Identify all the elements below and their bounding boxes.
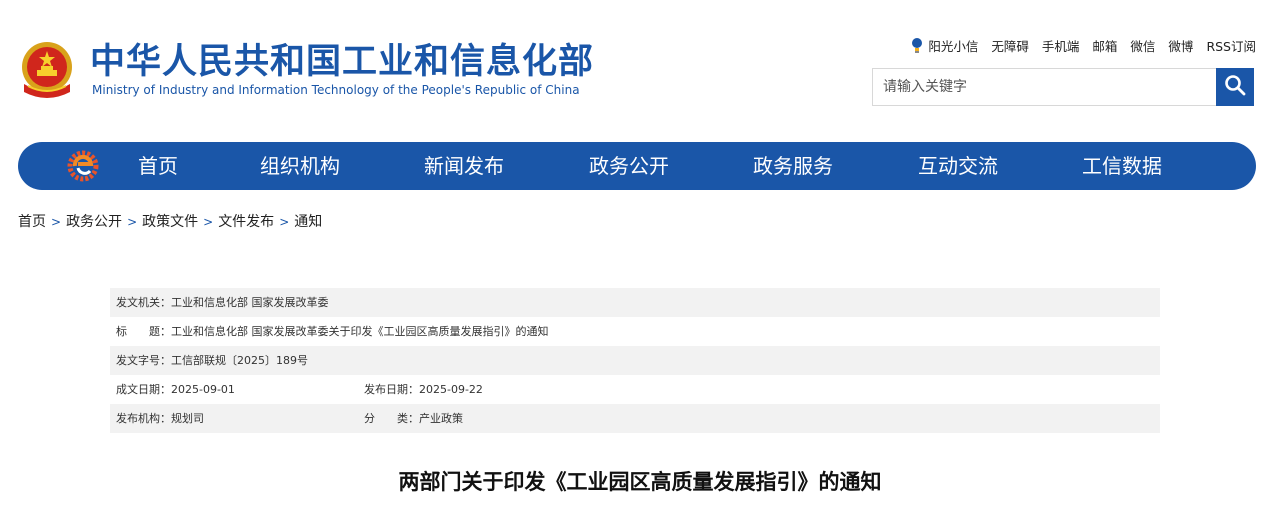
meta-row-title: 标 题：工业和信息化部 国家发展改革委关于印发《工业园区高质量发展指引》的通知 xyxy=(110,317,1160,346)
meta-row-issuer: 发文机关：工业和信息化部 国家发展改革委 xyxy=(110,288,1160,317)
breadcrumb-government-affairs[interactable]: 政务公开 xyxy=(66,214,122,230)
top-links: 阳光小信 无障碍 手机端 邮箱 微信 微博 RSS订阅 xyxy=(910,36,1256,55)
article-title: 两部门关于印发《工业园区高质量发展指引》的通知 xyxy=(398,470,882,494)
search-button[interactable] xyxy=(1216,68,1254,106)
nav-organization[interactable]: 组织机构 xyxy=(260,142,340,190)
site-subtitle: Ministry of Industry and Information Tec… xyxy=(92,83,580,97)
breadcrumb-document-release[interactable]: 文件发布 xyxy=(218,214,274,230)
link-weibo[interactable]: 微博 xyxy=(1168,36,1193,55)
link-sunshine[interactable]: 阳光小信 xyxy=(928,36,978,55)
meta-doc-number: 发文字号：工信部联规〔2025〕189号 xyxy=(116,354,308,367)
nav-home[interactable]: 首页 xyxy=(138,142,178,190)
meta-row-dates: 成文日期：2025-09-01 发布日期：2025-09-22 xyxy=(110,375,1160,404)
nav-government-services[interactable]: 政务服务 xyxy=(753,142,833,190)
link-mailbox[interactable]: 邮箱 xyxy=(1092,36,1117,55)
breadcrumb-notice[interactable]: 通知 xyxy=(294,214,322,230)
nav-data[interactable]: 工信数据 xyxy=(1082,142,1162,190)
nav-news[interactable]: 新闻发布 xyxy=(424,142,504,190)
meta-category: 分 类：产业政策 xyxy=(364,412,463,425)
breadcrumb-home[interactable]: 首页 xyxy=(18,214,46,230)
nav-interaction[interactable]: 互动交流 xyxy=(918,142,998,190)
meta-row-publisher: 发布机构：规划司 分 类：产业政策 xyxy=(110,404,1160,433)
meta-title: 标 题：工业和信息化部 国家发展改革委关于印发《工业园区高质量发展指引》的通知 xyxy=(116,325,549,338)
ministry-logo-icon[interactable] xyxy=(66,150,100,182)
search-input[interactable] xyxy=(873,69,1213,105)
breadcrumb-separator: > xyxy=(51,215,62,229)
breadcrumb-separator: > xyxy=(279,215,290,229)
meta-publish-date: 发布日期：2025-09-22 xyxy=(364,383,483,396)
meta-row-doc-number: 发文字号：工信部联规〔2025〕189号 xyxy=(110,346,1160,375)
meta-written-date: 成文日期：2025-09-01 xyxy=(116,383,235,396)
site-title[interactable]: 中华人民共和国工业和信息化部 xyxy=(90,40,594,84)
link-accessibility[interactable]: 无障碍 xyxy=(991,36,1029,55)
breadcrumb-separator: > xyxy=(127,215,138,229)
link-mobile[interactable]: 手机端 xyxy=(1042,36,1080,55)
link-wechat[interactable]: 微信 xyxy=(1130,36,1155,55)
site-header: 中华人民共和国工业和信息化部 Ministry of Industry and … xyxy=(0,0,1280,130)
search-icon xyxy=(1224,74,1246,100)
breadcrumb-policy-documents[interactable]: 政策文件 xyxy=(142,214,198,230)
link-rss[interactable]: RSS订阅 xyxy=(1206,36,1256,55)
main-nav: 首页 组织机构 新闻发布 政务公开 政务服务 互动交流 工信数据 xyxy=(18,142,1256,190)
breadcrumb: 首页 > 政务公开 > 政策文件 > 文件发布 > 通知 xyxy=(18,211,322,231)
national-emblem-icon[interactable] xyxy=(18,40,76,102)
document-metadata-table: 发文机关：工业和信息化部 国家发展改革委 标 题：工业和信息化部 国家发展改革委… xyxy=(110,288,1160,433)
breadcrumb-separator: > xyxy=(203,215,214,229)
search-box xyxy=(872,68,1254,106)
meta-issuer: 发文机关：工业和信息化部 国家发展改革委 xyxy=(116,296,329,309)
nav-government-affairs[interactable]: 政务公开 xyxy=(589,142,669,190)
sunshine-bulb-icon xyxy=(910,37,924,55)
meta-publisher: 发布机构：规划司 xyxy=(116,412,204,425)
